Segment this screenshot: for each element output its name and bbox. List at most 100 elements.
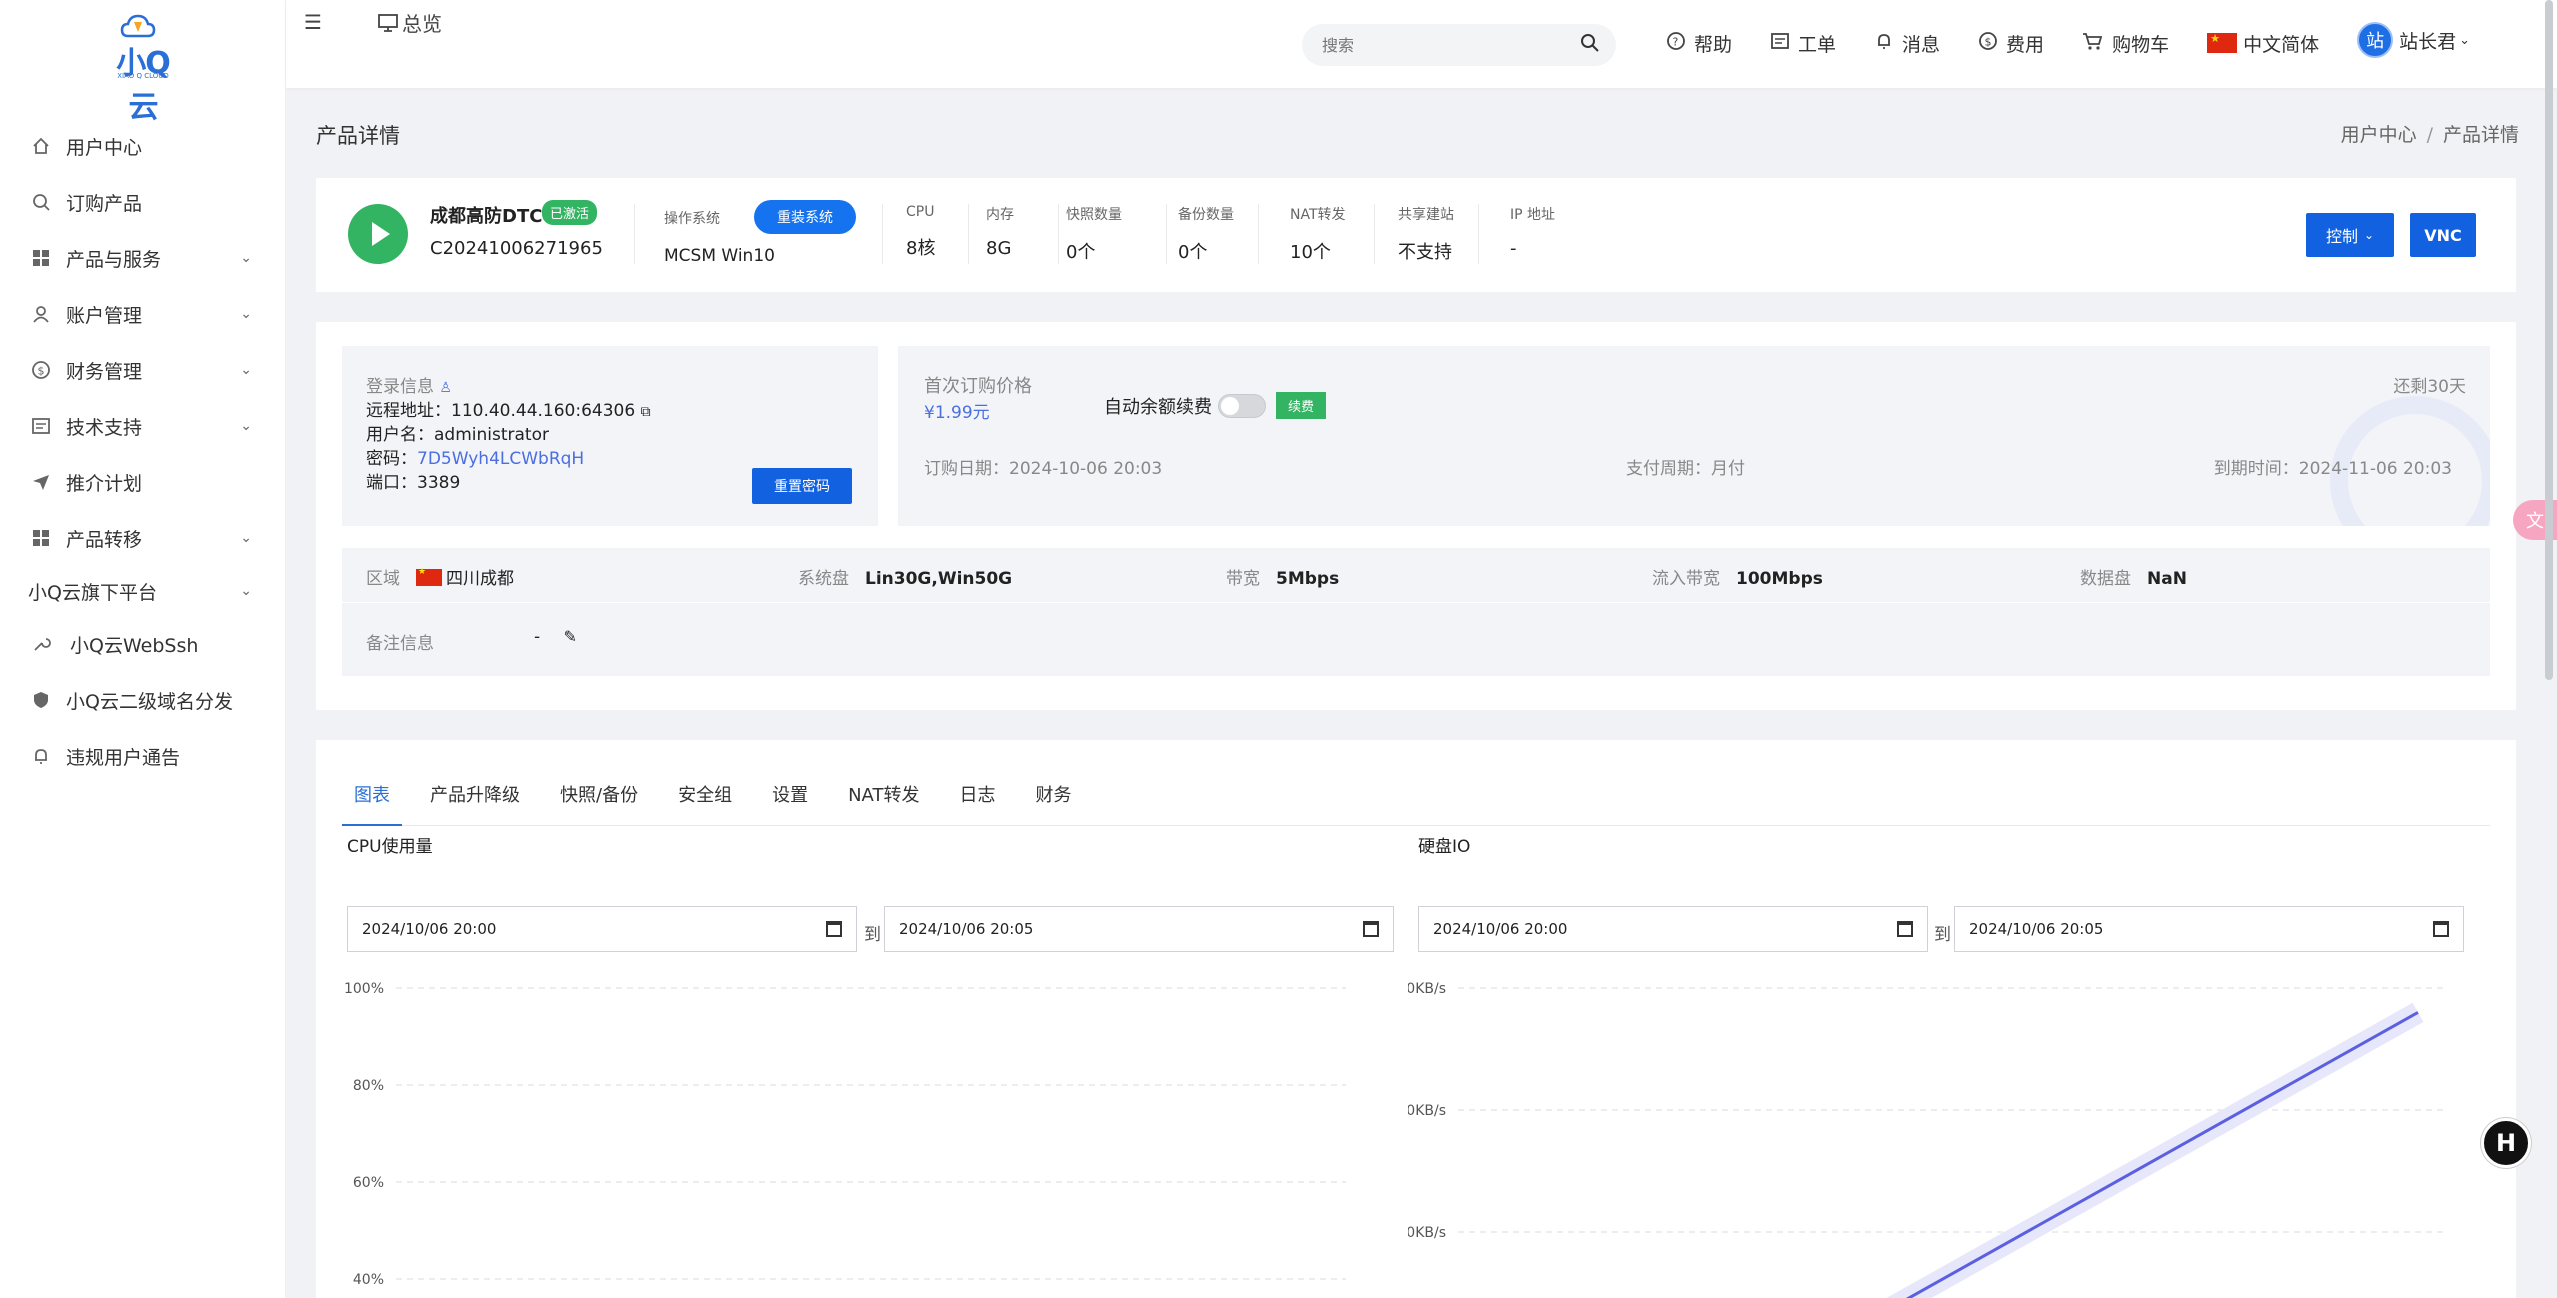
wrench-icon <box>30 633 52 655</box>
play-icon[interactable] <box>348 204 408 264</box>
bandwidth-label: 带宽 <box>1226 569 1260 589</box>
logo[interactable]: 小Q云 XIAO Q CLOUD <box>108 12 178 125</box>
user-icon: ♙ <box>439 380 452 396</box>
disk-date-to-input[interactable]: 2024/10/06 20:05 <box>1954 906 2464 952</box>
calendar-icon[interactable] <box>1363 921 1379 937</box>
search-input[interactable] <box>1322 35 1580 55</box>
product-info-card: 登录信息 ♙ 远程地址：110.40.44.160:64306 ⧉ 用户名：ad… <box>316 322 2516 710</box>
spec-label: 内存 <box>986 207 1014 223</box>
expire-date: 到期时间：2024-11-06 20:03 <box>2213 459 2452 479</box>
copy-icon[interactable]: ⧉ <box>641 404 651 420</box>
sidebar-item-subdomain[interactable]: 小Q云二级域名分发 <box>0 672 286 728</box>
sidebar-item-user-center[interactable]: 用户中心 <box>0 118 286 174</box>
divider <box>1058 204 1059 264</box>
login-title-text: 登录信息 <box>366 377 434 397</box>
tab-nat[interactable]: NAT转发 <box>836 776 931 826</box>
edit-icon[interactable]: ✎ <box>564 627 577 646</box>
china-flag-icon <box>2207 32 2238 53</box>
date-value: 2024/10/06 20:00 <box>1433 920 1568 938</box>
spec-label: 共享建站 <box>1398 207 1454 223</box>
cpu-date-to-input[interactable]: 2024/10/06 20:05 <box>884 906 1394 952</box>
grid-icon <box>30 527 52 549</box>
search-icon <box>30 191 52 213</box>
help-link[interactable]: ? 帮助 <box>1666 28 1732 58</box>
tab-logs[interactable]: 日志 <box>947 776 1007 826</box>
chevron-down-icon: ⌄ <box>240 530 252 546</box>
cpu-date-from-input[interactable]: 2024/10/06 20:00 <box>347 906 857 952</box>
reinstall-button[interactable]: 重装系统 <box>754 200 856 234</box>
sidebar-item-referral[interactable]: 推介计划 <box>0 454 286 510</box>
region-item: 区域 四川成都 <box>366 564 514 589</box>
sidebar-item-violations[interactable]: 违规用户通告 <box>0 728 286 784</box>
series-shadow <box>1886 1002 2424 1298</box>
tab-security-group[interactable]: 安全组 <box>666 776 744 826</box>
sidebar-item-label: 技术支持 <box>66 416 143 439</box>
sidebar-item-finance[interactable]: $ 财务管理 ⌄ <box>0 342 286 398</box>
send-icon <box>30 471 52 493</box>
page-scrollbar[interactable] <box>2545 0 2553 680</box>
calendar-icon[interactable] <box>1897 921 1913 937</box>
divider <box>1166 204 1167 264</box>
auto-renew-row: 自动余额续费 续费 <box>1104 392 1327 419</box>
fee-link[interactable]: $ 费用 <box>1978 28 2044 58</box>
sidebar-group-platforms[interactable]: 小Q云旗下平台 ⌄ <box>0 566 286 616</box>
sidebar-item-label: 产品与服务 <box>66 248 162 271</box>
tab-finance[interactable]: 财务 <box>1023 776 1083 826</box>
sidebar-item-label: 订购产品 <box>66 192 143 215</box>
breadcrumb-item[interactable]: 用户中心 <box>2341 124 2417 146</box>
spec-label: 备份数量 <box>1178 207 1234 223</box>
sidebar-item-webssh[interactable]: 小Q云WebSsh <box>0 616 286 672</box>
shield-icon <box>30 689 52 711</box>
bandwidth-value: 5Mbps <box>1276 569 1340 589</box>
language-selector[interactable]: 中文简体 <box>2207 28 2319 58</box>
y-tick-label: 60KB/s <box>1408 1103 1446 1119</box>
bandwidth-item: 带宽 5Mbps <box>1226 564 1339 589</box>
renew-button[interactable]: 续费 <box>1276 392 1327 419</box>
tab-snapshot-backup[interactable]: 快照/备份 <box>548 776 650 826</box>
sidebar-item-order[interactable]: 订购产品 <box>0 174 286 230</box>
date-value: 2024/10/06 20:05 <box>899 920 1034 938</box>
y-tick-label: 80KB/s <box>1408 981 1446 997</box>
dollar-icon: $ <box>1978 31 1998 56</box>
assistant-float-button[interactable]: H <box>2481 1118 2531 1168</box>
china-flag-icon <box>416 567 442 586</box>
vnc-button[interactable]: VNC <box>2410 213 2476 257</box>
disk-date-from-input[interactable]: 2024/10/06 20:00 <box>1418 906 1928 952</box>
bell-icon <box>30 745 52 767</box>
help-icon: ? <box>1666 31 1686 56</box>
tab-charts[interactable]: 图表 <box>342 776 402 826</box>
spec-value: 8核 <box>906 238 936 259</box>
sidebar-item-label: 违规用户通告 <box>66 746 181 769</box>
user-menu[interactable]: 站 站长君 ⌄ <box>2357 22 2470 58</box>
cart-link[interactable]: 购物车 <box>2082 28 2169 58</box>
spec-label: NAT转发 <box>1290 207 1346 223</box>
username-label: 用户名： <box>366 425 434 445</box>
password-value[interactable]: 7D5Wyh4LCWbRqH <box>417 449 584 469</box>
monitoring-card: 图表 产品升降级 快照/备份 安全组 设置 NAT转发 日志 财务 CPU使用量… <box>316 740 2516 1298</box>
ticket-link[interactable]: 工单 <box>1770 28 1836 58</box>
pay-cycle: 支付周期：月付 <box>1626 459 1745 479</box>
sidebar-item-transfer[interactable]: 产品转移 ⌄ <box>0 510 286 566</box>
disk-io-chart: 80KB/s 60KB/s 40KB/s <box>1408 981 2448 1298</box>
reset-password-button[interactable]: 重置密码 <box>752 468 852 504</box>
tab-bar: 图表 产品升降级 快照/备份 安全组 设置 NAT转发 日志 财务 <box>342 776 2490 826</box>
control-dropdown-button[interactable]: 控制 ⌄ <box>2306 213 2394 257</box>
tab-upgrade[interactable]: 产品升降级 <box>418 776 532 826</box>
message-link[interactable]: 消息 <box>1874 28 1940 58</box>
auto-renew-label: 自动余额续费 <box>1104 396 1212 418</box>
dollar-icon: $ <box>30 359 52 381</box>
sidebar-item-products[interactable]: 产品与服务 ⌄ <box>0 230 286 286</box>
overview-link[interactable]: 总览 <box>378 8 442 37</box>
memo-value: - ✎ <box>534 627 577 647</box>
menu-toggle-icon[interactable]: ☰ <box>304 10 322 34</box>
calendar-icon[interactable] <box>826 921 842 937</box>
sidebar-item-account[interactable]: 账户管理 ⌄ <box>0 286 286 342</box>
search-icon[interactable] <box>1580 33 1600 58</box>
tab-settings[interactable]: 设置 <box>760 776 820 826</box>
message-label: 消息 <box>1902 33 1941 56</box>
auto-renew-toggle[interactable] <box>1218 393 1266 418</box>
sidebar-item-support[interactable]: 技术支持 ⌄ <box>0 398 286 454</box>
topbar: ☰ 总览 ? 帮助 工单 消息 $ 费用 购物车 中文简体 <box>286 0 2557 88</box>
calendar-icon[interactable] <box>2433 921 2449 937</box>
memo-label: 备注信息 <box>366 634 434 654</box>
